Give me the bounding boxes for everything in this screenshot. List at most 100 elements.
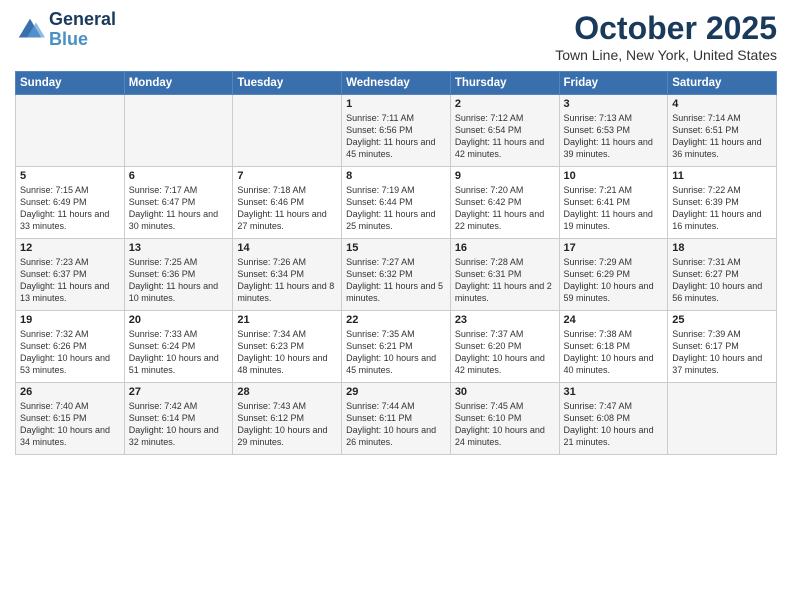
header-day: Friday bbox=[559, 72, 668, 95]
main-title: October 2025 bbox=[555, 10, 777, 47]
calendar-week-row: 26 Sunrise: 7:40 AM Sunset: 6:15 PM Dayli… bbox=[16, 383, 777, 455]
calendar-body: 1Sunrise: 7:11 AM Sunset: 6:56 PM Daylig… bbox=[16, 95, 777, 455]
calendar-cell: 8 Sunrise: 7:19 AM Sunset: 6:44 PM Daylig… bbox=[342, 167, 451, 239]
calendar-week-row: 19 Sunrise: 7:32 AM Sunset: 6:26 PM Dayli… bbox=[16, 311, 777, 383]
header-day: Sunday bbox=[16, 72, 125, 95]
cell-content: Sunrise: 7:21 AM Sunset: 6:41 PM Dayligh… bbox=[564, 184, 664, 233]
calendar-cell: 18 Sunrise: 7:31 AM Sunset: 6:27 PM Dayli… bbox=[668, 239, 777, 311]
cell-content: Sunrise: 7:31 AM Sunset: 6:27 PM Dayligh… bbox=[672, 256, 772, 305]
calendar-table: SundayMondayTuesdayWednesdayThursdayFrid… bbox=[15, 71, 777, 455]
day-number: 2 bbox=[455, 98, 555, 110]
day-number: 23 bbox=[455, 314, 555, 326]
cell-content: Sunrise: 7:18 AM Sunset: 6:46 PM Dayligh… bbox=[237, 184, 337, 233]
title-section: October 2025 Town Line, New York, United… bbox=[555, 10, 777, 63]
page: General Blue October 2025 Town Line, New… bbox=[0, 0, 792, 612]
calendar-cell: 7Sunrise: 7:18 AM Sunset: 6:46 PM Daylig… bbox=[233, 167, 342, 239]
calendar-cell: 9 Sunrise: 7:20 AM Sunset: 6:42 PM Daylig… bbox=[450, 167, 559, 239]
calendar-cell: 25 Sunrise: 7:39 AM Sunset: 6:17 PM Dayli… bbox=[668, 311, 777, 383]
calendar-cell: 26 Sunrise: 7:40 AM Sunset: 6:15 PM Dayli… bbox=[16, 383, 125, 455]
day-number: 3 bbox=[564, 98, 664, 110]
calendar-cell: 19 Sunrise: 7:32 AM Sunset: 6:26 PM Dayli… bbox=[16, 311, 125, 383]
day-number: 27 bbox=[129, 386, 229, 398]
cell-content: Sunrise: 7:14 AM Sunset: 6:51 PM Dayligh… bbox=[672, 112, 772, 161]
day-number: 22 bbox=[346, 314, 446, 326]
day-number: 10 bbox=[564, 170, 664, 182]
logo-text: General Blue bbox=[49, 10, 116, 50]
calendar-cell bbox=[668, 383, 777, 455]
calendar-cell: 27Sunrise: 7:42 AM Sunset: 6:14 PM Dayli… bbox=[124, 383, 233, 455]
logo-icon bbox=[15, 15, 45, 45]
calendar-cell: 21Sunrise: 7:34 AM Sunset: 6:23 PM Dayli… bbox=[233, 311, 342, 383]
cell-content: Sunrise: 7:28 AM Sunset: 6:31 PM Dayligh… bbox=[455, 256, 555, 305]
day-number: 18 bbox=[672, 242, 772, 254]
day-number: 31 bbox=[564, 386, 664, 398]
calendar-cell: 23 Sunrise: 7:37 AM Sunset: 6:20 PM Dayli… bbox=[450, 311, 559, 383]
cell-content: Sunrise: 7:12 AM Sunset: 6:54 PM Dayligh… bbox=[455, 112, 555, 161]
calendar-cell: 29Sunrise: 7:44 AM Sunset: 6:11 PM Dayli… bbox=[342, 383, 451, 455]
logo-line1: General bbox=[49, 10, 116, 30]
calendar-cell: 22 Sunrise: 7:35 AM Sunset: 6:21 PM Dayli… bbox=[342, 311, 451, 383]
header-day: Saturday bbox=[668, 72, 777, 95]
header-day: Thursday bbox=[450, 72, 559, 95]
calendar-cell: 13Sunrise: 7:25 AM Sunset: 6:36 PM Dayli… bbox=[124, 239, 233, 311]
calendar-cell bbox=[233, 95, 342, 167]
header: General Blue October 2025 Town Line, New… bbox=[15, 10, 777, 63]
calendar-cell: 24Sunrise: 7:38 AM Sunset: 6:18 PM Dayli… bbox=[559, 311, 668, 383]
calendar-cell: 6 Sunrise: 7:17 AM Sunset: 6:47 PM Daylig… bbox=[124, 167, 233, 239]
day-number: 26 bbox=[20, 386, 120, 398]
day-number: 30 bbox=[455, 386, 555, 398]
calendar-cell: 5 Sunrise: 7:15 AM Sunset: 6:49 PM Daylig… bbox=[16, 167, 125, 239]
day-number: 15 bbox=[346, 242, 446, 254]
cell-content: Sunrise: 7:17 AM Sunset: 6:47 PM Dayligh… bbox=[129, 184, 229, 233]
calendar-week-row: 12 Sunrise: 7:23 AM Sunset: 6:37 PM Dayli… bbox=[16, 239, 777, 311]
day-number: 29 bbox=[346, 386, 446, 398]
calendar-cell: 3 Sunrise: 7:13 AM Sunset: 6:53 PM Daylig… bbox=[559, 95, 668, 167]
cell-content: Sunrise: 7:39 AM Sunset: 6:17 PM Dayligh… bbox=[672, 328, 772, 377]
day-number: 9 bbox=[455, 170, 555, 182]
day-number: 17 bbox=[564, 242, 664, 254]
cell-content: Sunrise: 7:37 AM Sunset: 6:20 PM Dayligh… bbox=[455, 328, 555, 377]
subtitle: Town Line, New York, United States bbox=[555, 47, 777, 63]
day-number: 16 bbox=[455, 242, 555, 254]
day-number: 25 bbox=[672, 314, 772, 326]
calendar-cell: 4Sunrise: 7:14 AM Sunset: 6:51 PM Daylig… bbox=[668, 95, 777, 167]
calendar-cell bbox=[16, 95, 125, 167]
header-day: Tuesday bbox=[233, 72, 342, 95]
calendar-cell: 1Sunrise: 7:11 AM Sunset: 6:56 PM Daylig… bbox=[342, 95, 451, 167]
header-day: Wednesday bbox=[342, 72, 451, 95]
calendar-cell: 10 Sunrise: 7:21 AM Sunset: 6:41 PM Dayli… bbox=[559, 167, 668, 239]
calendar-cell: 15 Sunrise: 7:27 AM Sunset: 6:32 PM Dayli… bbox=[342, 239, 451, 311]
calendar-cell: 20Sunrise: 7:33 AM Sunset: 6:24 PM Dayli… bbox=[124, 311, 233, 383]
calendar-cell bbox=[124, 95, 233, 167]
cell-content: Sunrise: 7:29 AM Sunset: 6:29 PM Dayligh… bbox=[564, 256, 664, 305]
cell-content: Sunrise: 7:23 AM Sunset: 6:37 PM Dayligh… bbox=[20, 256, 120, 305]
cell-content: Sunrise: 7:35 AM Sunset: 6:21 PM Dayligh… bbox=[346, 328, 446, 377]
day-number: 6 bbox=[129, 170, 229, 182]
day-number: 11 bbox=[672, 170, 772, 182]
header-row: SundayMondayTuesdayWednesdayThursdayFrid… bbox=[16, 72, 777, 95]
calendar-cell: 12 Sunrise: 7:23 AM Sunset: 6:37 PM Dayli… bbox=[16, 239, 125, 311]
cell-content: Sunrise: 7:15 AM Sunset: 6:49 PM Dayligh… bbox=[20, 184, 120, 233]
logo: General Blue bbox=[15, 10, 116, 50]
day-number: 5 bbox=[20, 170, 120, 182]
calendar-week-row: 5 Sunrise: 7:15 AM Sunset: 6:49 PM Daylig… bbox=[16, 167, 777, 239]
calendar-cell: 30Sunrise: 7:45 AM Sunset: 6:10 PM Dayli… bbox=[450, 383, 559, 455]
cell-content: Sunrise: 7:40 AM Sunset: 6:15 PM Dayligh… bbox=[20, 400, 120, 449]
cell-content: Sunrise: 7:13 AM Sunset: 6:53 PM Dayligh… bbox=[564, 112, 664, 161]
calendar-cell: 17 Sunrise: 7:29 AM Sunset: 6:29 PM Dayli… bbox=[559, 239, 668, 311]
calendar-cell: 31Sunrise: 7:47 AM Sunset: 6:08 PM Dayli… bbox=[559, 383, 668, 455]
cell-content: Sunrise: 7:27 AM Sunset: 6:32 PM Dayligh… bbox=[346, 256, 446, 305]
cell-content: Sunrise: 7:34 AM Sunset: 6:23 PM Dayligh… bbox=[237, 328, 337, 377]
cell-content: Sunrise: 7:19 AM Sunset: 6:44 PM Dayligh… bbox=[346, 184, 446, 233]
day-number: 8 bbox=[346, 170, 446, 182]
calendar-week-row: 1Sunrise: 7:11 AM Sunset: 6:56 PM Daylig… bbox=[16, 95, 777, 167]
cell-content: Sunrise: 7:32 AM Sunset: 6:26 PM Dayligh… bbox=[20, 328, 120, 377]
cell-content: Sunrise: 7:20 AM Sunset: 6:42 PM Dayligh… bbox=[455, 184, 555, 233]
cell-content: Sunrise: 7:33 AM Sunset: 6:24 PM Dayligh… bbox=[129, 328, 229, 377]
day-number: 19 bbox=[20, 314, 120, 326]
header-day: Monday bbox=[124, 72, 233, 95]
cell-content: Sunrise: 7:22 AM Sunset: 6:39 PM Dayligh… bbox=[672, 184, 772, 233]
cell-content: Sunrise: 7:11 AM Sunset: 6:56 PM Dayligh… bbox=[346, 112, 446, 161]
day-number: 12 bbox=[20, 242, 120, 254]
day-number: 13 bbox=[129, 242, 229, 254]
